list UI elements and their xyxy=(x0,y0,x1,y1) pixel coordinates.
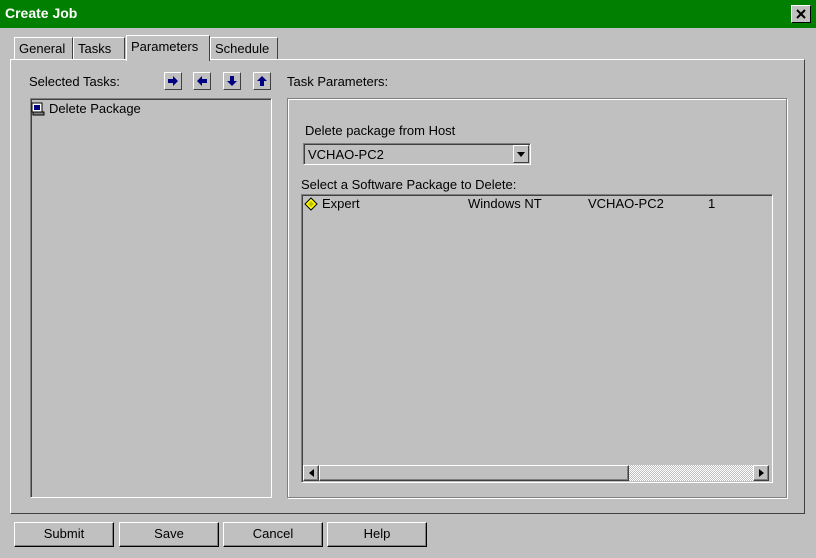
tab-label: Parameters xyxy=(131,39,199,54)
cancel-button[interactable]: Cancel xyxy=(223,522,323,547)
tab-label: Tasks xyxy=(78,41,112,56)
tab-label: General xyxy=(19,41,66,56)
scroll-left-icon xyxy=(308,469,314,477)
save-label: Save xyxy=(154,526,184,541)
selected-tasks-list[interactable]: Delete Package xyxy=(30,98,272,498)
help-label: Help xyxy=(363,526,391,541)
list-item[interactable]: Delete Package xyxy=(31,101,141,116)
task-label: Delete Package xyxy=(49,101,141,116)
selected-tasks-label: Selected Tasks: xyxy=(29,74,120,89)
move-right-button[interactable] xyxy=(164,72,182,90)
package-host: VCHAO-PC2 xyxy=(588,196,664,211)
arrow-up-icon xyxy=(257,76,267,86)
scroll-left-button[interactable] xyxy=(303,465,319,481)
package-version: 1 xyxy=(708,196,716,211)
window-title: Create Job xyxy=(5,5,78,21)
move-down-button[interactable] xyxy=(223,72,241,90)
scroll-thumb[interactable] xyxy=(319,465,629,481)
chevron-down-icon xyxy=(517,151,525,157)
table-row[interactable]: Expert Windows NT VCHAO-PC2 1 xyxy=(302,196,762,212)
dropdown-button[interactable] xyxy=(513,145,529,163)
package-icon xyxy=(31,102,45,116)
cancel-label: Cancel xyxy=(252,526,294,541)
tab-schedule[interactable]: Schedule xyxy=(210,37,278,59)
close-icon xyxy=(796,9,806,19)
horizontal-scrollbar[interactable] xyxy=(303,465,769,481)
title-bar: Create Job xyxy=(0,0,816,28)
tab-parameters[interactable]: Parameters xyxy=(126,35,210,61)
package-os: Windows NT xyxy=(468,196,542,211)
software-package-icon xyxy=(304,197,318,214)
arrow-right-icon xyxy=(168,76,178,86)
tab-panel: Selected Tasks: Delete Package Task Para… xyxy=(10,59,805,514)
task-parameters-group: Delete package from Host VCHAO-PC2 Selec… xyxy=(287,98,787,498)
submit-button[interactable]: Submit xyxy=(14,522,114,547)
submit-label: Submit xyxy=(43,526,85,541)
close-button[interactable] xyxy=(791,5,811,23)
tab-tasks[interactable]: Tasks xyxy=(73,37,125,59)
tab-label: Schedule xyxy=(215,41,270,56)
host-label: Delete package from Host xyxy=(305,123,456,138)
arrow-left-icon xyxy=(197,76,207,86)
save-button[interactable]: Save xyxy=(119,522,219,547)
scroll-track[interactable] xyxy=(629,465,753,481)
arrow-down-icon xyxy=(227,76,237,86)
package-name: Expert xyxy=(322,196,360,211)
package-list[interactable]: Expert Windows NT VCHAO-PC2 1 xyxy=(301,194,773,483)
task-parameters-label: Task Parameters: xyxy=(287,74,389,89)
host-value: VCHAO-PC2 xyxy=(308,147,384,162)
move-up-button[interactable] xyxy=(253,72,271,90)
help-button[interactable]: Help xyxy=(327,522,427,547)
move-left-button[interactable] xyxy=(193,72,211,90)
package-list-label: Select a Software Package to Delete: xyxy=(301,177,517,192)
host-select[interactable]: VCHAO-PC2 xyxy=(303,143,531,165)
tab-general[interactable]: General xyxy=(14,37,73,59)
scroll-right-button[interactable] xyxy=(753,465,769,481)
scroll-right-icon xyxy=(758,469,764,477)
